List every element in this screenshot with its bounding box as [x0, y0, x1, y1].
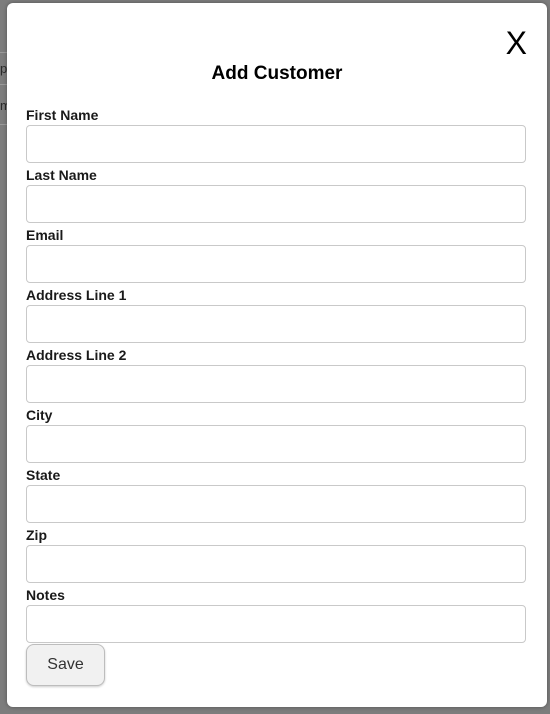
- state-label: State: [26, 467, 61, 483]
- address-line-1-field: Address Line 1: [26, 285, 526, 345]
- customer-form: First Name Last Name Email Address Line …: [26, 105, 526, 645]
- address-line-2-field: Address Line 2: [26, 345, 526, 405]
- notes-field: Notes: [26, 585, 526, 645]
- first-name-field: First Name: [26, 105, 526, 165]
- state-field: State: [26, 465, 526, 525]
- save-button[interactable]: Save: [26, 644, 105, 686]
- city-label: City: [26, 407, 53, 423]
- last-name-field: Last Name: [26, 165, 526, 225]
- zip-label: Zip: [26, 527, 47, 543]
- email-label: Email: [26, 227, 64, 243]
- address-line-2-label: Address Line 2: [26, 347, 127, 363]
- address-line-2-input[interactable]: [26, 365, 526, 403]
- city-input[interactable]: [26, 425, 526, 463]
- last-name-label: Last Name: [26, 167, 97, 183]
- zip-field: Zip: [26, 525, 526, 585]
- email-input[interactable]: [26, 245, 526, 283]
- modal-title: Add Customer: [211, 63, 343, 84]
- first-name-input[interactable]: [26, 125, 526, 163]
- address-line-1-label: Address Line 1: [26, 287, 127, 303]
- notes-input[interactable]: [26, 605, 526, 643]
- close-button[interactable]: X: [506, 27, 527, 59]
- notes-label: Notes: [26, 587, 65, 603]
- address-line-1-input[interactable]: [26, 305, 526, 343]
- email-field: Email: [26, 225, 526, 285]
- state-input[interactable]: [26, 485, 526, 523]
- zip-input[interactable]: [26, 545, 526, 583]
- add-customer-modal: X Add Customer First Name Last Name Emai…: [7, 3, 547, 707]
- first-name-label: First Name: [26, 107, 99, 123]
- last-name-input[interactable]: [26, 185, 526, 223]
- city-field: City: [26, 405, 526, 465]
